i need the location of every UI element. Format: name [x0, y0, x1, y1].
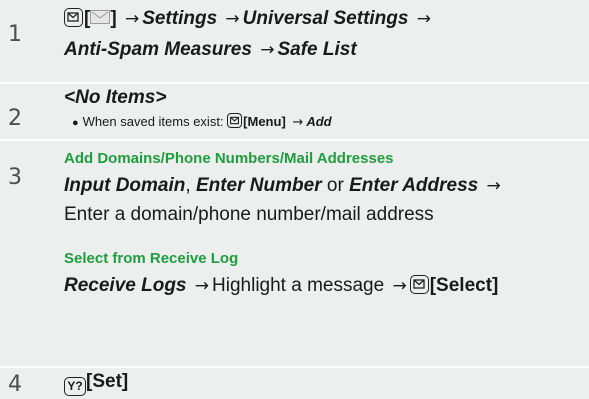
step-3: 3 Add Domains/Phone Numbers/Mail Address… [0, 141, 589, 366]
step-1-line-1: [] → Settings → Universal Settings → [64, 7, 434, 31]
step-2: 2 <No Items> ● When saved items exist: [M… [0, 84, 589, 139]
mail-key-icon [227, 113, 243, 128]
arrow-right-icon: → [194, 276, 210, 296]
mail-softkey-icon [90, 10, 111, 24]
menu-settings: Settings [142, 8, 218, 29]
bullet-icon: ● [72, 117, 79, 129]
step-2-title: <No Items> [64, 87, 167, 108]
step-3-desc: Enter a domain/phone number/mail address [64, 204, 434, 225]
mail-key-icon [64, 8, 83, 27]
step-1-line-2: Anti-Spam Measures → Safe List [64, 38, 357, 62]
arrow-right-icon: → [124, 9, 140, 29]
y-key-icon: Y? [64, 377, 86, 396]
step-2-note: ● When saved items exist: [Menu] → Add [72, 113, 332, 130]
section-heading-add: Add Domains/Phone Numbers/Mail Addresses [64, 150, 394, 167]
arrow-right-icon: → [486, 176, 501, 196]
mail-key-icon [409, 275, 429, 294]
menu-anti-spam-measures: Anti-Spam Measures [64, 39, 252, 60]
arrow-right-icon: → [392, 276, 407, 296]
section-heading-receive-log: Select from Receive Log [64, 250, 239, 267]
step-number: 1 [8, 22, 22, 47]
step-number: 4 [8, 372, 22, 397]
step-3-receive-log: Receive Logs → Highlight a message → [Sele… [64, 275, 499, 296]
step-3-options: Input Domain, Enter Number or Enter Addr… [64, 175, 501, 196]
menu-universal-settings: Universal Settings [242, 8, 409, 29]
step-number: 3 [8, 165, 22, 190]
step-number: 2 [8, 106, 22, 131]
menu-safe-list: Safe List [277, 39, 357, 60]
step-4: 4 Y? [Set] [0, 368, 589, 399]
arrow-right-icon: → [292, 115, 304, 130]
step-4-line: Y? [Set] [64, 370, 128, 396]
arrow-right-icon: → [260, 40, 275, 60]
arrow-right-icon: → [416, 9, 431, 29]
arrow-right-icon: → [225, 9, 240, 29]
step-1: 1 [] → Settings → Universal Settings → Ant… [0, 0, 589, 82]
